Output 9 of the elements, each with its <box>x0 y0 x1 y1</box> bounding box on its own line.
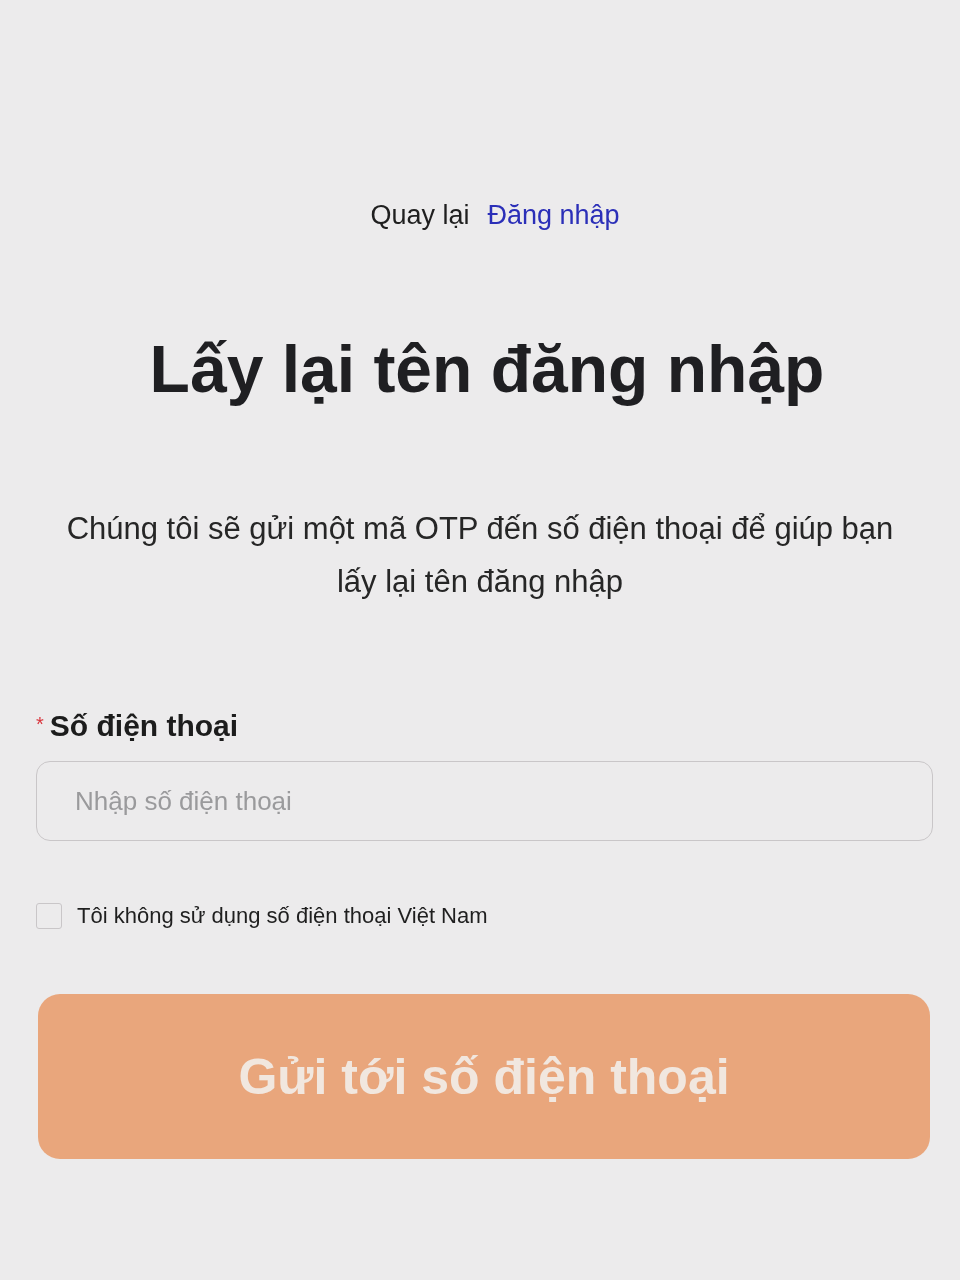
back-prompt-text: Quay lại <box>370 199 470 231</box>
checkbox-label[interactable]: Tôi không sử dụng số điện thoại Việt Nam <box>77 903 488 929</box>
phone-input-field[interactable]: Nhập số điện thoại <box>36 761 933 841</box>
required-mark: * <box>36 712 44 736</box>
description-text: Chúng tôi sẽ gửi một mã OTP đến số điện thoại để giúp bạn lấy lại tên đăng nhập <box>65 510 895 601</box>
checkbox[interactable] <box>36 903 62 929</box>
phone-label: Số điện thoại <box>49 708 239 744</box>
page-title: Lấy lại tên đăng nhập <box>148 331 825 408</box>
login-link[interactable]: Đăng nhập <box>487 199 620 231</box>
